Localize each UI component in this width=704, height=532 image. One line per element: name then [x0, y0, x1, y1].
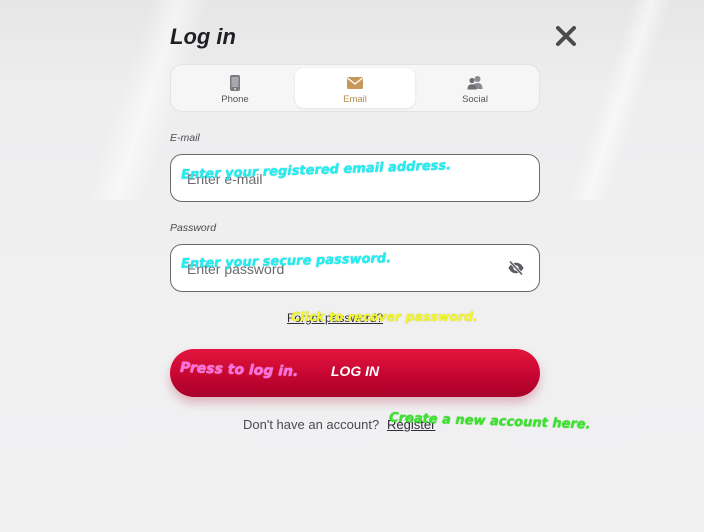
password-label: Password — [170, 222, 217, 234]
tab-label: Email — [343, 94, 367, 105]
login-button[interactable]: LOG IN — [170, 349, 540, 397]
tab-label: Phone — [221, 94, 249, 105]
login-method-tabs: Phone Email Social — [170, 64, 540, 112]
eye-off-icon — [508, 260, 524, 276]
login-modal: Log in Phone Email Social E-mail Enter e… — [0, 0, 704, 532]
close-icon — [556, 26, 576, 46]
password-visibility-toggle[interactable] — [507, 259, 525, 277]
email-label: E-mail — [170, 132, 200, 144]
login-button-label: LOG IN — [330, 363, 380, 379]
signup-prompt: Don't have an account? — [243, 417, 380, 432]
register-link[interactable]: Register — [387, 417, 435, 432]
email-field-container — [170, 154, 540, 202]
phone-icon — [230, 75, 240, 91]
email-input[interactable] — [185, 167, 489, 191]
social-icon — [467, 76, 483, 90]
tab-phone[interactable]: Phone — [175, 68, 295, 108]
password-field-container — [170, 244, 540, 292]
close-button[interactable] — [553, 23, 579, 49]
tab-social[interactable]: Social — [415, 68, 535, 108]
tab-label: Social — [462, 94, 488, 105]
email-icon — [347, 77, 363, 89]
forgot-password-link[interactable]: Forgot password? — [287, 311, 383, 325]
password-input[interactable] — [185, 257, 489, 281]
page-title: Log in — [170, 24, 236, 49]
tab-email[interactable]: Email — [295, 68, 415, 108]
